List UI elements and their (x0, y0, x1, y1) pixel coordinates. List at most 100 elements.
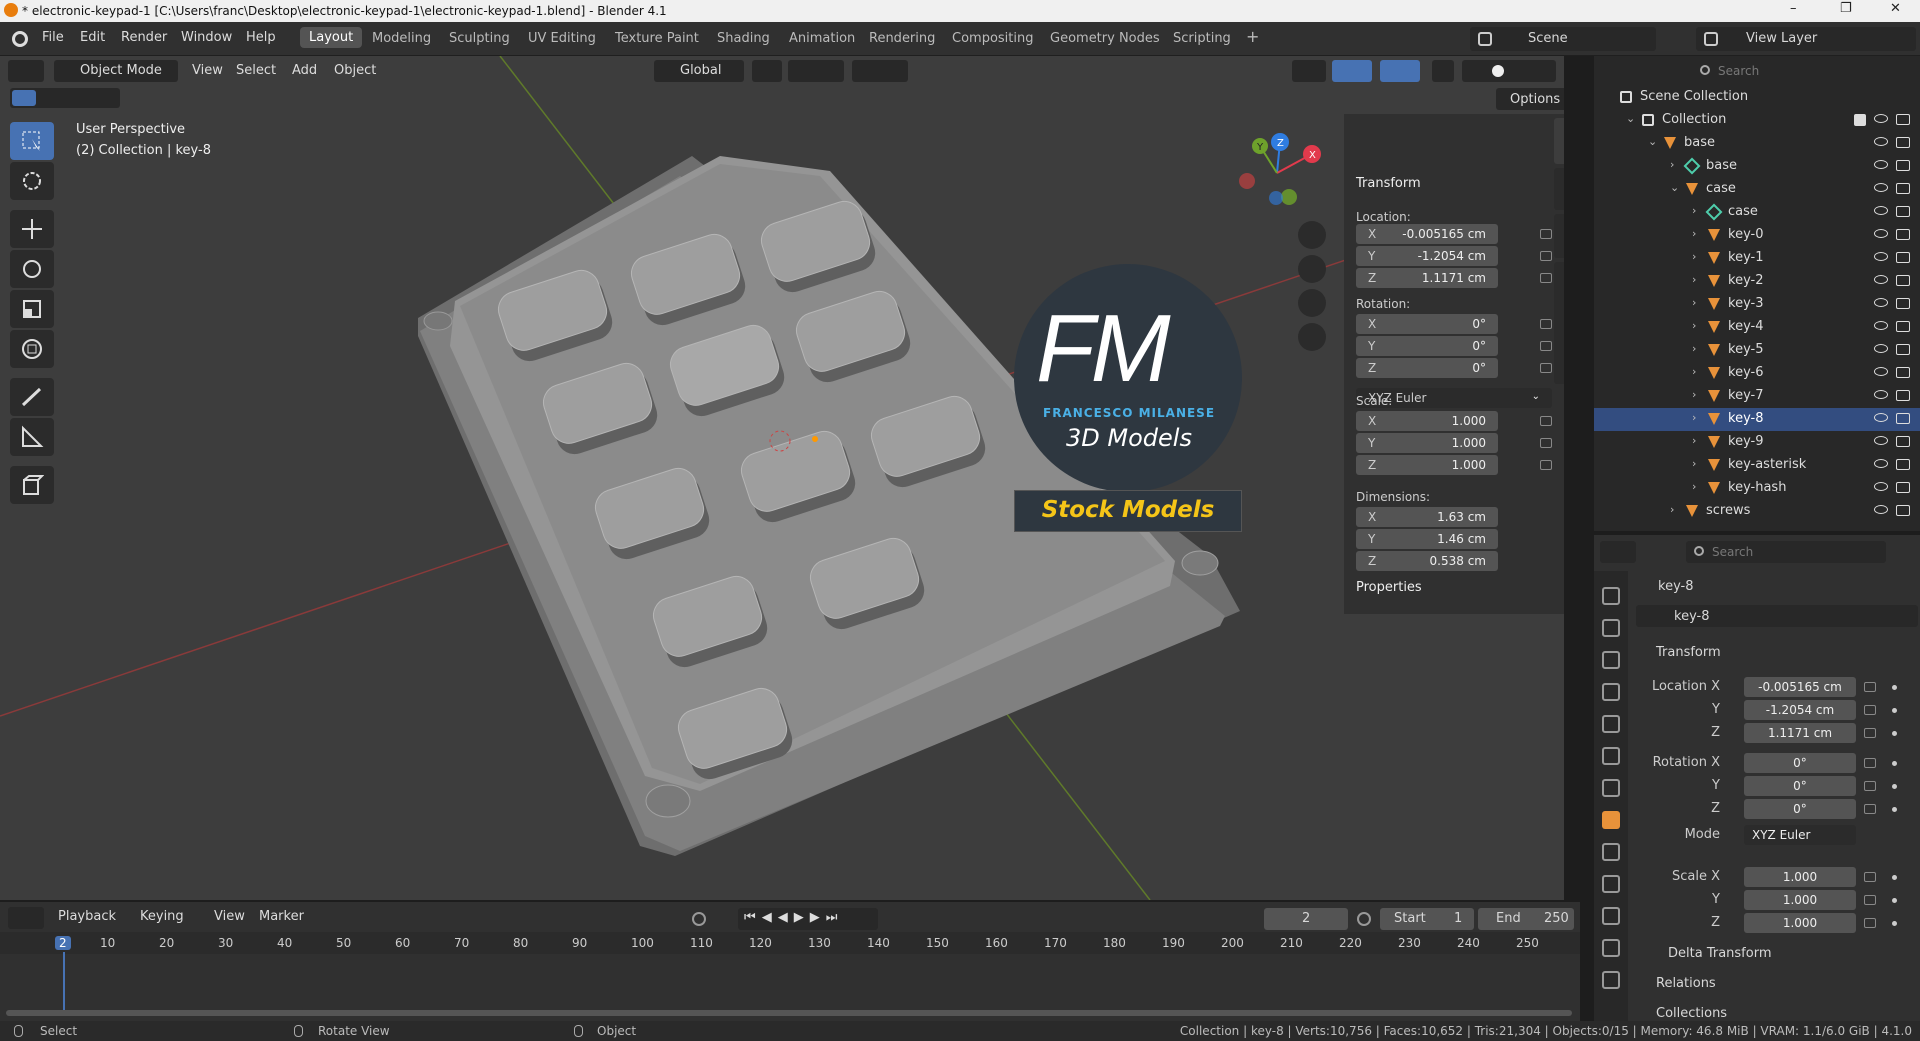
camera-icon[interactable] (1896, 275, 1910, 286)
chevron-icon[interactable]: ⌄ (1626, 112, 1635, 125)
tool-cursor[interactable] (10, 162, 54, 200)
camera-icon[interactable] (1896, 183, 1910, 194)
close-button[interactable]: ✕ (1890, 1, 1901, 16)
camera-icon[interactable] (1896, 505, 1910, 516)
proportional-edit-button[interactable] (852, 60, 908, 82)
props-transform-header[interactable]: Transform (1656, 645, 1721, 660)
tab-texture-paint[interactable]: Texture Paint (615, 31, 699, 46)
rotation-x-field[interactable]: 0° (1744, 753, 1856, 773)
lock-icon[interactable] (1540, 438, 1552, 448)
camera-icon[interactable] (1896, 436, 1910, 447)
tool-add-cube[interactable] (10, 466, 54, 504)
tool-measure[interactable] (10, 418, 54, 456)
chevron-icon[interactable]: › (1670, 158, 1674, 171)
chevron-icon[interactable]: › (1692, 365, 1696, 378)
maximize-button[interactable]: ❐ (1840, 1, 1852, 16)
camera-icon[interactable] (1896, 137, 1910, 148)
tab-rendering[interactable]: Rendering (869, 31, 935, 46)
chevron-icon[interactable]: › (1692, 388, 1696, 401)
tool-transform[interactable] (10, 330, 54, 368)
lock-icon[interactable] (1540, 251, 1552, 261)
keyframe-dot-icon[interactable] (1892, 784, 1897, 789)
chevron-icon[interactable]: › (1692, 296, 1696, 309)
tool-move[interactable] (10, 210, 54, 248)
snap-button[interactable] (788, 60, 844, 82)
location-x-field[interactable]: X -0.005165 cm (1356, 224, 1498, 244)
eye-icon[interactable] (1874, 321, 1888, 330)
keyframe-dot-icon[interactable] (1892, 685, 1897, 690)
perspective-toggle-icon[interactable] (1298, 323, 1326, 351)
visibility-button[interactable] (1292, 60, 1326, 82)
outliner-row[interactable]: ⌄ base (1594, 132, 1920, 155)
dimensions-x-field[interactable]: X 1.63 cm (1356, 507, 1498, 527)
camera-icon[interactable] (1896, 252, 1910, 263)
rotation-z-field[interactable]: 0° (1744, 799, 1856, 819)
tool-select-box[interactable] (10, 122, 54, 160)
tab-tool[interactable]: Tool (1554, 168, 1564, 210)
keyframe-dot-icon[interactable] (1892, 708, 1897, 713)
outliner-row[interactable]: › key-4 (1594, 316, 1920, 339)
camera-icon[interactable] (1896, 413, 1910, 424)
chevron-icon[interactable]: › (1692, 204, 1696, 217)
tab-screencast-keys[interactable]: Screencast Keys (1554, 262, 1564, 384)
scale-x-field[interactable]: 1.000 (1744, 867, 1856, 887)
chevron-icon[interactable]: › (1692, 273, 1696, 286)
xray-button[interactable] (1432, 60, 1454, 82)
select-box-icon[interactable] (12, 90, 36, 106)
keyframe-dot-icon[interactable] (1892, 898, 1897, 903)
collections-panel[interactable]: Collections (1656, 1006, 1727, 1021)
stopwatch-icon[interactable] (1357, 912, 1371, 926)
outliner-row[interactable]: ⌄ case (1594, 178, 1920, 201)
rotation-z-field[interactable]: Z 0° (1356, 358, 1498, 378)
outliner-row[interactable]: › key-7 (1594, 385, 1920, 408)
tool-rotate[interactable] (10, 250, 54, 288)
chevron-icon[interactable]: › (1692, 319, 1696, 332)
location-y-field[interactable]: Y -1.2054 cm (1356, 246, 1498, 266)
tab-item[interactable]: Item (1554, 118, 1564, 164)
outliner-row[interactable]: ⌄ Collection (1594, 109, 1920, 132)
eye-icon[interactable] (1874, 436, 1888, 445)
outliner-row[interactable]: Scene Collection (1594, 86, 1920, 109)
editor-type-button[interactable] (8, 60, 44, 82)
lock-icon[interactable] (1864, 705, 1876, 715)
tab-view[interactable]: View (1554, 214, 1564, 258)
eye-icon[interactable] (1874, 137, 1888, 146)
lock-icon[interactable] (1540, 273, 1552, 283)
keyframe-dot-icon[interactable] (1892, 921, 1897, 926)
chevron-icon[interactable]: › (1692, 411, 1696, 424)
tab-sculpting[interactable]: Sculpting (449, 31, 510, 46)
menu-window[interactable]: Window (181, 30, 232, 45)
menu-render[interactable]: Render (121, 30, 167, 45)
chevron-icon[interactable]: › (1692, 434, 1696, 447)
eye-icon[interactable] (1874, 459, 1888, 468)
chevron-icon[interactable]: › (1692, 342, 1696, 355)
lock-icon[interactable] (1864, 804, 1876, 814)
playback-controls[interactable]: ⏮◀◀▶▶⏭ (738, 908, 878, 930)
eye-icon[interactable] (1874, 183, 1888, 192)
eye-icon[interactable] (1874, 114, 1888, 123)
outliner-row[interactable]: › key-hash (1594, 477, 1920, 500)
lock-icon[interactable] (1540, 416, 1552, 426)
outliner-row[interactable]: › key-1 (1594, 247, 1920, 270)
camera-icon[interactable] (1896, 459, 1910, 470)
scale-x-field[interactable]: X 1.000 (1356, 411, 1498, 431)
location-z-field[interactable]: 1.1171 cm (1744, 723, 1856, 743)
outliner-row[interactable]: › key-6 (1594, 362, 1920, 385)
eye-icon[interactable] (1874, 252, 1888, 261)
outliner-row[interactable]: › base (1594, 155, 1920, 178)
outliner-row[interactable]: › key-8 (1594, 408, 1920, 431)
camera-icon[interactable] (1896, 482, 1910, 493)
dimensions-y-field[interactable]: Y 1.46 cm (1356, 529, 1498, 549)
keyframe-dot-icon[interactable] (1892, 875, 1897, 880)
timeline-menu-playback[interactable]: Playback (58, 909, 116, 924)
camera-icon[interactable] (1896, 321, 1910, 332)
scale-y-field[interactable]: 1.000 (1744, 890, 1856, 910)
add-workspace-button[interactable]: + (1246, 27, 1259, 46)
pan-hand-icon[interactable] (1298, 255, 1326, 283)
solid-shading-icon[interactable] (1492, 65, 1504, 77)
scale-z-field[interactable]: Z 1.000 (1356, 455, 1498, 475)
lock-icon[interactable] (1864, 728, 1876, 738)
viewport-menu-select[interactable]: Select (236, 63, 276, 78)
rotation-y-field[interactable]: 0° (1744, 776, 1856, 796)
eye-icon[interactable] (1874, 390, 1888, 399)
